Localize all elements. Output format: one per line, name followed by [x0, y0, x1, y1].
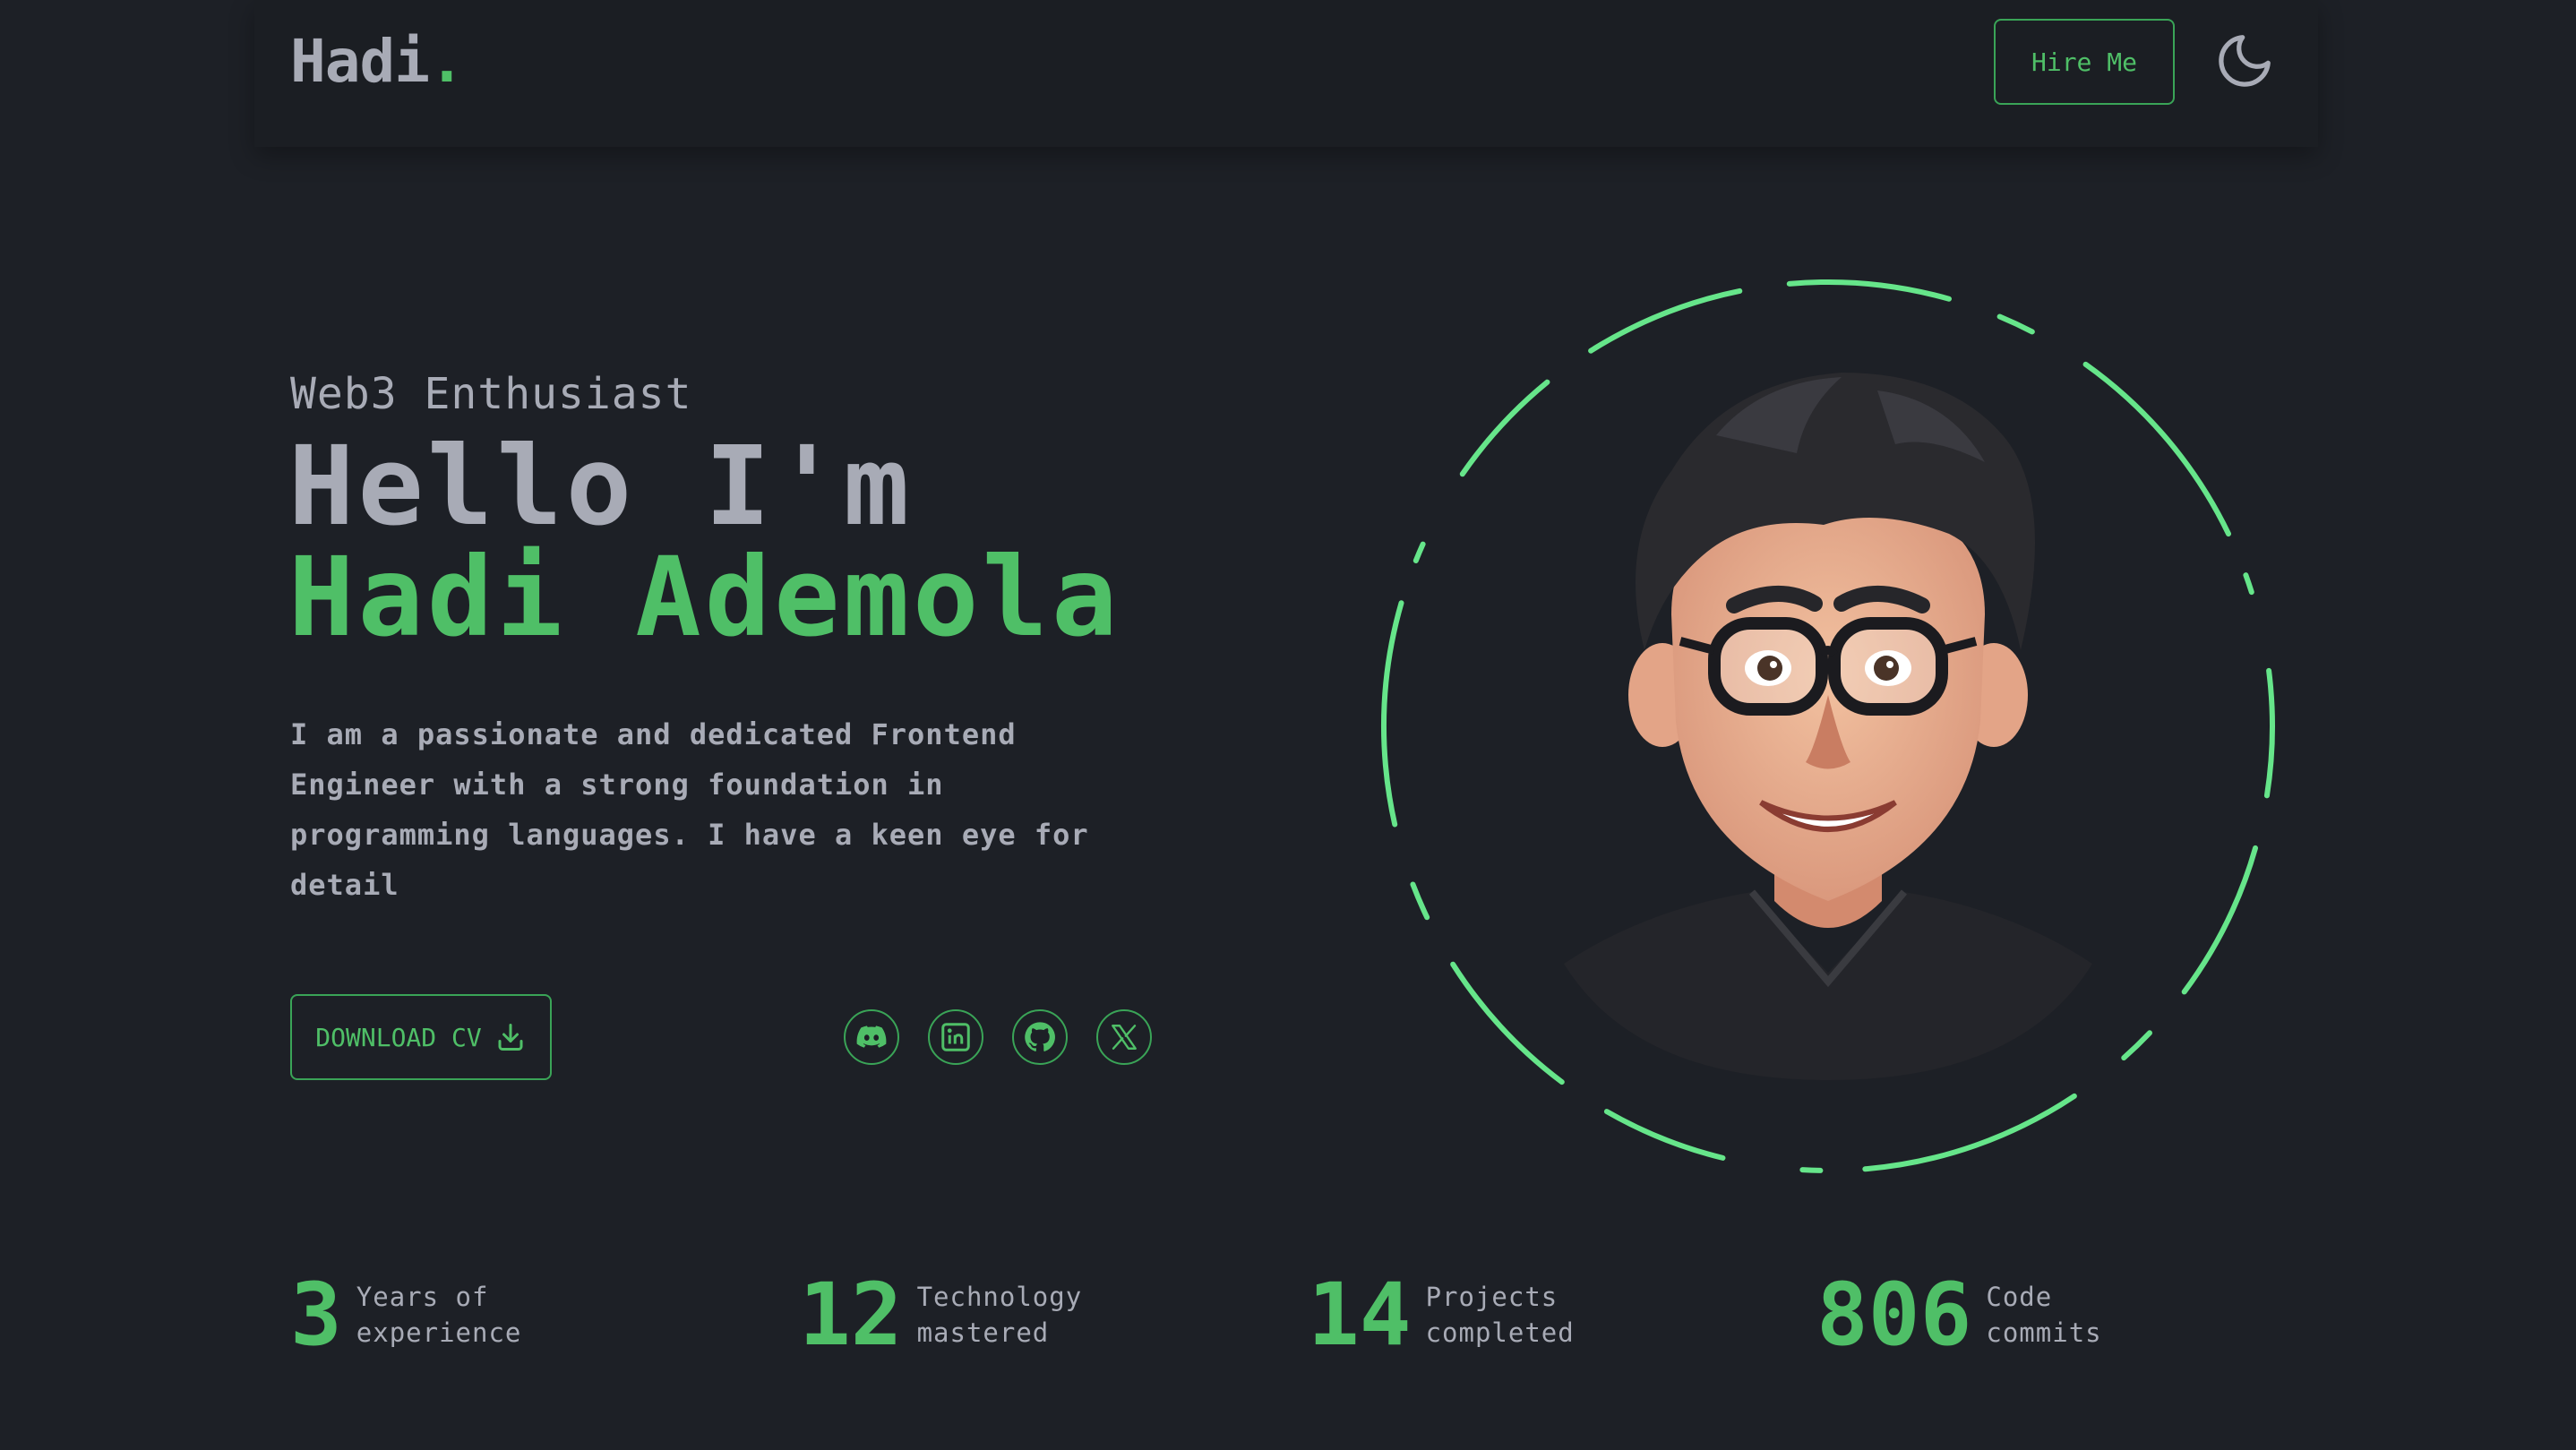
stat-value: 12 [799, 1265, 903, 1365]
hire-me-button[interactable]: Hire Me [1994, 19, 2175, 105]
stat-label: Years of experience [356, 1282, 522, 1348]
stat-value: 3 [290, 1265, 342, 1365]
stat-label: Code commits [1986, 1282, 2102, 1348]
avatar-illustration [1564, 373, 2092, 1080]
discord-link[interactable] [844, 1009, 899, 1065]
stat-technology: 12 Technology mastered [799, 1272, 1087, 1358]
download-icon [498, 1024, 523, 1051]
download-cv-label: DOWNLOAD CV [315, 1022, 482, 1052]
theme-toggle[interactable] [2209, 25, 2280, 97]
linkedin-icon [941, 1023, 970, 1051]
logo-text: Hadi [290, 27, 430, 96]
stat-experience: 3 Years of experience [290, 1272, 527, 1358]
hero-name: Hadi Ademola [288, 534, 1121, 661]
stat-commits: 806 Code commits [1816, 1272, 2156, 1358]
logo-dot: . [428, 27, 465, 96]
page: Hadi. Hire Me Web3 Enthusiast Hello I'm … [0, 0, 2576, 1450]
stat-projects: 14 Projects completed [1308, 1272, 1596, 1358]
site-header: Hadi. Hire Me [254, 0, 2318, 147]
hero-bio: I am a passionate and dedicated Frontend… [290, 717, 1089, 902]
linkedin-link[interactable] [928, 1009, 983, 1065]
stat-label: Technology mastered [916, 1282, 1083, 1348]
moon-icon [2219, 35, 2271, 87]
github-icon [1025, 1022, 1055, 1051]
discord-icon [856, 1025, 887, 1048]
github-link[interactable] [1012, 1009, 1068, 1065]
hero-avatar [1376, 274, 2280, 1179]
hero-greeting: Hello I'm [288, 423, 914, 550]
stat-label: Projects completed [1425, 1282, 1575, 1348]
logo[interactable]: Hadi. [290, 27, 465, 96]
x-twitter-icon [1112, 1025, 1137, 1050]
stat-value: 14 [1308, 1265, 1412, 1365]
download-cv-button[interactable]: DOWNLOAD CV [290, 994, 552, 1080]
hero-eyebrow: Web3 Enthusiast [290, 369, 692, 419]
social-links [844, 1009, 1152, 1065]
x-twitter-link[interactable] [1096, 1009, 1152, 1065]
stat-value: 806 [1816, 1265, 1972, 1365]
